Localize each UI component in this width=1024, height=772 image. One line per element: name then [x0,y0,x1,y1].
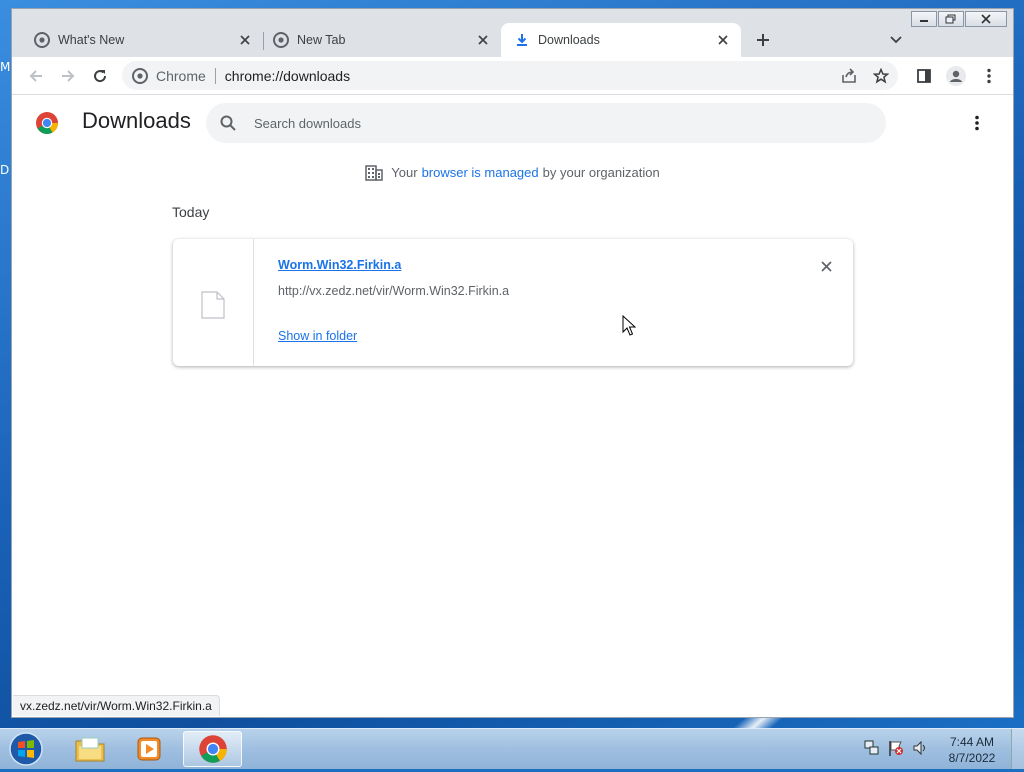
start-button[interactable] [6,731,46,767]
managed-notice: Your browser is managed by your organiza… [12,163,1013,181]
speaker-icon [913,740,925,756]
tab-downloads[interactable]: Downloads [501,23,741,57]
taskbar: 7:44 AM 8/7/2022 [0,728,1024,769]
close-icon [240,35,250,45]
close-icon [718,35,728,45]
taskbar-media-player-button[interactable] [121,731,177,767]
omnibox-divider [214,67,216,84]
site-info-chip[interactable]: Chrome [132,67,206,84]
side-panel-button[interactable] [913,65,935,87]
url-text[interactable]: chrome://downloads [225,68,350,84]
close-icon [478,35,488,45]
download-file-name[interactable]: Worm.Win32.Firkin.a [278,258,401,272]
building-icon [365,165,384,181]
chrome-icon [198,735,227,763]
page-header: Downloads [12,95,1013,151]
desktop-label-2: D [0,163,10,177]
network-icon [864,740,879,755]
reload-button[interactable] [89,65,111,87]
forward-button[interactable] [57,65,79,87]
tab-whats-new[interactable]: What's New [12,23,263,57]
omnibox-actions [838,65,892,87]
more-vert-icon [975,115,979,131]
tab-strip: What's New New Tab Downloads [12,23,1013,57]
search-bar[interactable] [206,103,886,143]
remove-download-button[interactable] [817,257,835,275]
downloads-menu-button[interactable] [967,111,987,135]
chrome-icon [34,32,50,48]
tab-new-tab[interactable]: New Tab [251,23,501,57]
system-tray [864,739,928,762]
bookmark-button[interactable] [870,65,892,87]
page-title: Downloads [82,108,191,133]
chrome-logo-icon [36,112,58,134]
tab-close-button[interactable] [475,32,491,48]
side-panel-icon [917,69,931,83]
network-tray-button[interactable] [864,739,880,762]
new-tab-button[interactable] [752,29,774,51]
managed-suffix: by your organization [542,164,660,180]
star-icon [873,68,889,84]
download-icon [514,32,530,48]
downloads-page: Downloads Your browser is managed [12,95,1013,717]
flag-alert-icon [889,741,903,756]
arrow-left-icon [29,70,42,82]
volume-tray-button[interactable] [912,739,928,762]
media-player-icon [137,737,161,761]
taskbar-clock[interactable]: 7:44 AM 8/7/2022 [936,734,1008,766]
windows-explorer-icon [75,737,105,762]
tab-label: Downloads [538,33,600,47]
browser-toolbar: Chrome chrome://downloads [12,57,1013,95]
link-status-bubble: vx.zedz.net/vir/Worm.Win32.Firkin.a [13,695,220,716]
share-button[interactable] [838,65,860,87]
file-icon [201,291,225,319]
download-icon-column [173,239,254,366]
chrome-menu-button[interactable] [978,65,1000,87]
search-input[interactable] [252,114,816,132]
managed-prefix: Your [391,164,418,180]
arrow-right-icon [62,70,75,82]
search-icon [218,113,238,133]
reload-icon [94,70,107,83]
chevron-down-icon [890,36,902,44]
close-icon [820,260,832,272]
show-in-folder-link[interactable]: Show in folder [278,329,357,343]
taskbar-chrome-button[interactable] [183,731,242,767]
site-label: Chrome [156,67,206,84]
chrome-icon [273,32,289,48]
date-heading: Today [172,204,210,220]
avatar-icon [946,66,966,86]
back-button[interactable] [25,65,47,87]
chrome-icon [132,67,148,84]
tab-search-button[interactable] [885,29,907,51]
clock-time: 7:44 AM [949,735,995,749]
address-bar[interactable]: Chrome chrome://downloads [122,61,898,90]
browser-window: What's New New Tab Downloads Chrome chro… [11,8,1014,718]
mouse-cursor-icon [622,315,636,336]
minimize-icon [920,20,928,22]
download-source-url[interactable]: http://vx.zedz.net/vir/Worm.Win32.Firkin… [278,284,509,298]
share-icon [842,68,856,83]
tab-label: What's New [58,33,125,47]
more-vert-icon [987,68,991,84]
managed-link[interactable]: browser is managed [422,165,539,180]
taskbar-explorer-button[interactable] [62,731,118,767]
clock-date: 8/7/2022 [948,751,996,765]
tab-label: New Tab [297,33,346,47]
download-item: Worm.Win32.Firkin.a http://vx.zedz.net/v… [173,239,853,366]
windows-start-icon [9,732,43,766]
action-center-tray-button[interactable] [888,739,904,762]
tab-close-button[interactable] [715,32,731,48]
profile-button[interactable] [945,65,967,87]
desktop-label-1: M [0,60,11,74]
show-desktop-button[interactable] [1011,729,1024,769]
plus-icon [757,34,769,46]
